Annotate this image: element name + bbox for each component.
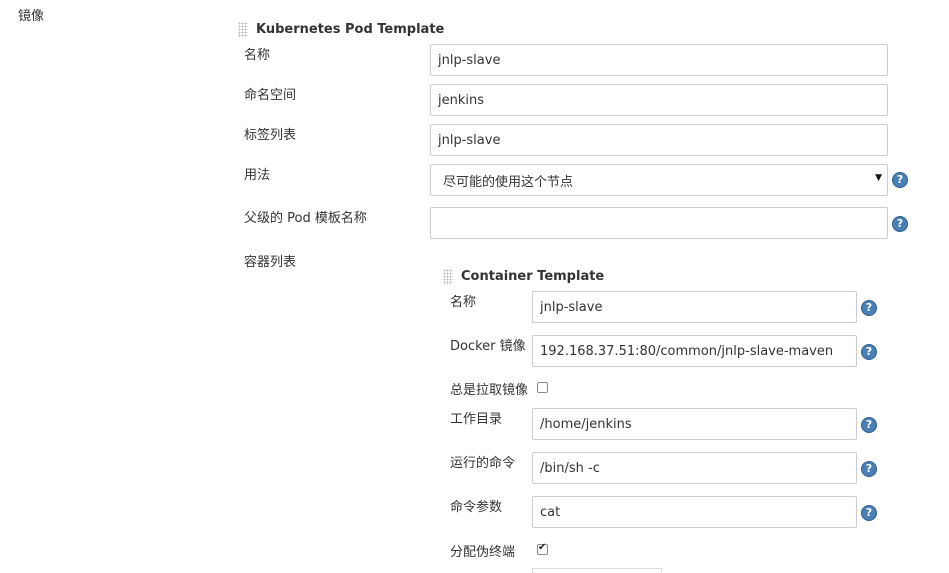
parent-template-label: 父级的 Pod 模板名称 [244, 211, 367, 226]
workdir-help-icon[interactable]: ? [861, 417, 877, 433]
docker-image-label: Docker 镜像 [450, 339, 526, 354]
container-name-input[interactable] [532, 291, 857, 323]
parent-template-input[interactable] [430, 207, 888, 239]
usage-help-icon[interactable]: ? [892, 172, 908, 188]
usage-select-value: 尽可能的使用这个节点 [443, 174, 574, 190]
parent-template-help-icon[interactable]: ? [892, 216, 908, 232]
command-input[interactable] [532, 452, 857, 484]
container-name-label: 名称 [450, 295, 477, 310]
containers-label: 容器列表 [244, 255, 297, 270]
pod-template-title: Kubernetes Pod Template [256, 22, 445, 37]
pod-name-input[interactable] [430, 44, 888, 76]
pod-name-label: 名称 [244, 48, 271, 63]
always-pull-checkbox[interactable] [537, 382, 548, 393]
args-label: 命令参数 [450, 500, 503, 515]
tty-label: 分配伪终端 [450, 545, 516, 560]
docker-image-help-icon[interactable]: ? [861, 344, 877, 360]
workdir-label: 工作目录 [450, 412, 503, 427]
container-name-help-icon[interactable]: ? [861, 300, 877, 316]
namespace-input[interactable] [430, 84, 888, 116]
args-input[interactable] [532, 496, 857, 528]
section-label-image: 镜像 [18, 9, 45, 24]
docker-image-input[interactable] [532, 335, 857, 367]
usage-label: 用法 [244, 168, 271, 183]
container-template-title: Container Template [461, 269, 605, 284]
dropdown-arrow-icon: ▼ [875, 173, 882, 183]
labels-label: 标签列表 [244, 128, 297, 143]
workdir-input[interactable] [532, 408, 857, 440]
tty-checkbox[interactable] [537, 542, 548, 555]
labels-input[interactable] [430, 124, 888, 156]
namespace-label: 命名空间 [244, 88, 297, 103]
command-label: 运行的命令 [450, 456, 516, 471]
args-help-icon[interactable]: ? [861, 505, 877, 521]
next-field-partial [532, 568, 662, 573]
always-pull-label: 总是拉取镜像 [450, 383, 529, 398]
usage-select[interactable]: 尽可能的使用这个节点 ▼ [430, 164, 888, 196]
container-drag-handle-icon[interactable] [443, 269, 453, 285]
command-help-icon[interactable]: ? [861, 461, 877, 477]
drag-handle-icon[interactable] [238, 22, 248, 38]
